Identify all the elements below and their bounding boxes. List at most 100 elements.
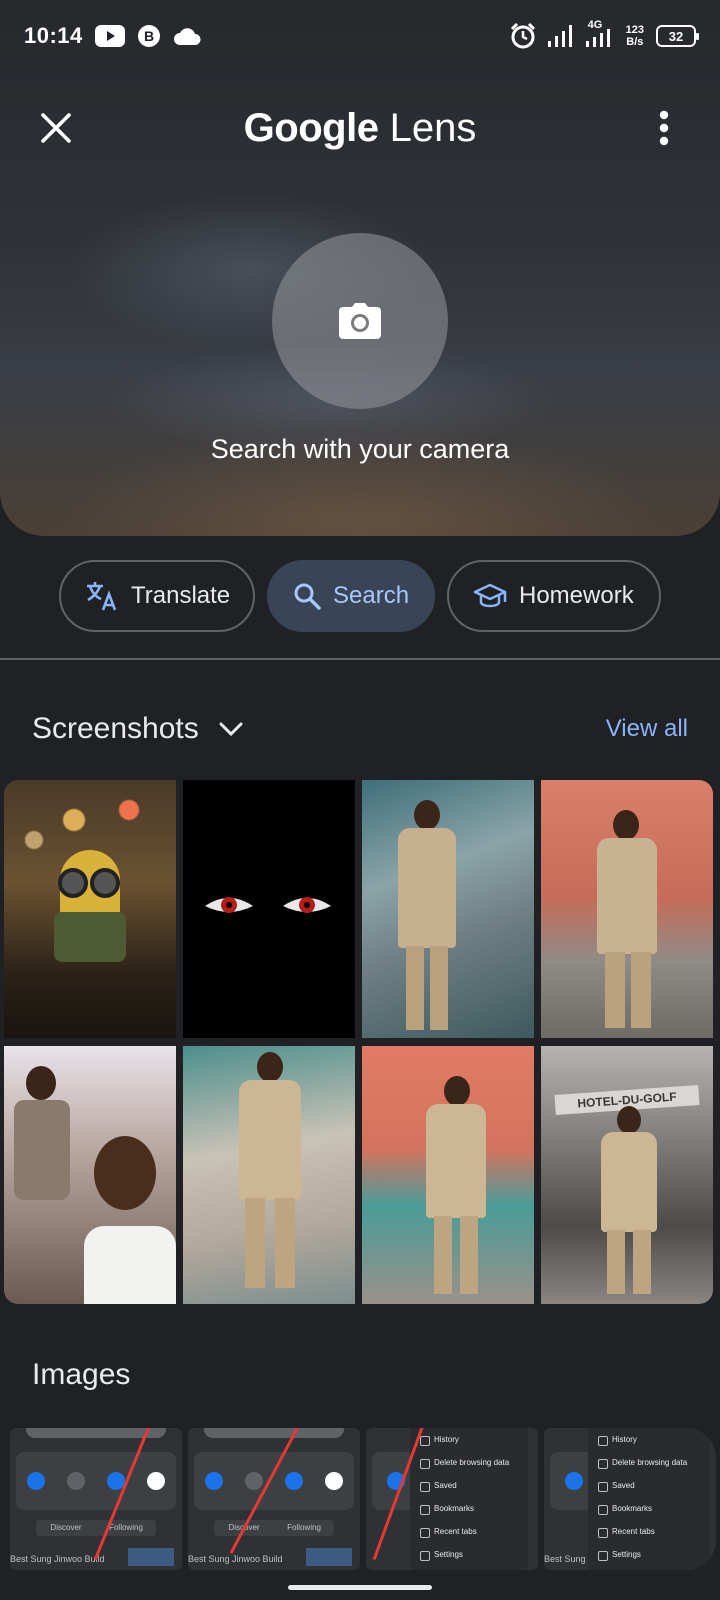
screenshot-thumbnail[interactable]: [541, 780, 713, 1038]
svg-text:B: B: [144, 28, 154, 44]
network-type: 4G: [587, 19, 603, 31]
app-icon: [205, 1472, 223, 1490]
image-caption: Best Sung Jinwoo Build: [188, 1554, 283, 1564]
screenshots-title: Screenshots: [32, 712, 199, 745]
screenshot-thumbnail[interactable]: [362, 1046, 534, 1304]
homework-chip[interactable]: Homework: [447, 560, 661, 632]
mini-thumbnail: [306, 1548, 352, 1566]
menu-item: Settings: [596, 1543, 702, 1566]
screenshot-thumbnail[interactable]: [4, 780, 176, 1038]
divider: [0, 658, 720, 660]
app-icon: [565, 1472, 583, 1490]
close-icon: [41, 113, 71, 143]
translate-icon: [87, 582, 117, 611]
search-chip-label: Search: [333, 582, 410, 609]
more-options-button[interactable]: [638, 102, 690, 154]
status-bar: 10:14 B 4G 123 B/s 32: [0, 0, 720, 72]
person-figure: [84, 1136, 176, 1304]
search-bar-shape: [204, 1428, 344, 1438]
feed-tabs: Discover Following: [36, 1520, 156, 1536]
page-title: Google Lens: [0, 90, 720, 166]
screenshot-thumbnail[interactable]: [4, 1046, 176, 1304]
app-icon: [27, 1472, 45, 1490]
title-lens: Lens: [389, 106, 477, 150]
screenshot-thumbnail[interactable]: HOTEL-DU-GOLF: [541, 1046, 713, 1304]
title-google: Google: [243, 106, 379, 150]
search-icon: [245, 1472, 263, 1490]
b-icon: B: [137, 24, 161, 48]
person-figure: [420, 1076, 492, 1296]
more-vert-icon: [659, 110, 669, 146]
image-thumbnail[interactable]: Best Sung Jinwoo Build History Delete br…: [544, 1428, 716, 1570]
menu-item: Delete browsing data: [596, 1451, 702, 1474]
chevron-down-icon: [219, 722, 243, 737]
camera-search-button[interactable]: [272, 233, 448, 409]
minion-figure: [54, 850, 126, 970]
person-figure: [14, 1066, 74, 1206]
image-thumbnail[interactable]: Discover Following Best Sung Jinwoo Buil…: [188, 1428, 360, 1570]
camera-icon: [339, 303, 381, 339]
net-speed-unit: B/s: [626, 36, 644, 48]
image-caption: Best Sung Jinwoo Build: [10, 1554, 105, 1564]
gesture-nav-bar[interactable]: [288, 1585, 432, 1590]
homework-chip-label: Homework: [519, 582, 634, 609]
clock: 10:14: [24, 23, 83, 48]
menu-item: Bookmarks: [418, 1497, 520, 1520]
mini-thumbnail: [128, 1548, 174, 1566]
person-figure: [587, 810, 667, 1030]
screenshots-dropdown[interactable]: Screenshots: [32, 712, 243, 746]
search-chip[interactable]: Search: [267, 560, 435, 632]
menu-item: Saved: [418, 1474, 520, 1497]
red-eyes-art: [205, 897, 331, 913]
image-thumbnail[interactable]: History Delete browsing data Saved Bookm…: [366, 1428, 538, 1570]
tab-following: Following: [287, 1523, 321, 1532]
browser-menu: History Delete browsing data Saved Bookm…: [588, 1428, 710, 1570]
mode-chips: Translate Search Homework: [0, 560, 720, 632]
screenshot-thumbnail[interactable]: [362, 780, 534, 1038]
menu-item: Settings: [418, 1543, 520, 1566]
alarm-icon: [510, 23, 536, 49]
search-icon: [294, 583, 321, 610]
screenshot-thumbnail[interactable]: [183, 780, 355, 1038]
menu-item: History: [596, 1428, 702, 1451]
camera-preview: Google Lens Search with your camera: [0, 0, 720, 536]
menu-item: Saved: [596, 1474, 702, 1497]
camera-label: Search with your camera: [210, 434, 510, 464]
person-figure: [595, 1106, 661, 1296]
images-row: Discover Following Best Sung Jinwoo Buil…: [10, 1428, 716, 1570]
translate-chip-label: Translate: [131, 582, 231, 609]
image-thumbnail[interactable]: Discover Following Best Sung Jinwoo Buil…: [10, 1428, 182, 1570]
battery-indicator: 32: [656, 25, 699, 47]
tab-discover: Discover: [50, 1523, 82, 1532]
screenshots-header: Screenshots View all: [32, 704, 688, 754]
search-icon: [67, 1472, 85, 1490]
cloud-icon: [173, 27, 201, 45]
signal-4g-icon: 4G: [585, 19, 614, 49]
menu-item: Bookmarks: [596, 1497, 702, 1520]
app-icon: [147, 1472, 165, 1490]
menu-item: Recent tabs: [418, 1520, 520, 1543]
app-icon: [325, 1472, 343, 1490]
browser-menu: History Delete browsing data Saved Bookm…: [410, 1428, 528, 1570]
shortcut-card: [194, 1452, 354, 1510]
person-figure: [231, 1052, 307, 1292]
close-button[interactable]: [30, 102, 82, 154]
screenshots-grid: HOTEL-DU-GOLF: [4, 780, 716, 1304]
menu-item: Delete browsing data: [418, 1451, 520, 1474]
shortcut-card: [16, 1452, 176, 1510]
images-title: Images: [32, 1358, 131, 1391]
school-icon: [473, 583, 507, 608]
lens-header: Google Lens: [0, 90, 720, 166]
menu-item: Recent tabs: [596, 1520, 702, 1543]
signal-icon: [547, 25, 574, 47]
translate-chip[interactable]: Translate: [59, 560, 255, 632]
net-speed: 123 B/s: [626, 24, 644, 48]
app-icon: [285, 1472, 303, 1490]
person-figure: [392, 800, 462, 1030]
screenshot-thumbnail[interactable]: [183, 1046, 355, 1304]
net-speed-value: 123: [625, 24, 644, 36]
youtube-icon: [94, 25, 125, 47]
view-all-link[interactable]: View all: [606, 715, 688, 743]
feed-tabs: Discover Following: [214, 1520, 334, 1536]
menu-item: History: [418, 1428, 520, 1451]
